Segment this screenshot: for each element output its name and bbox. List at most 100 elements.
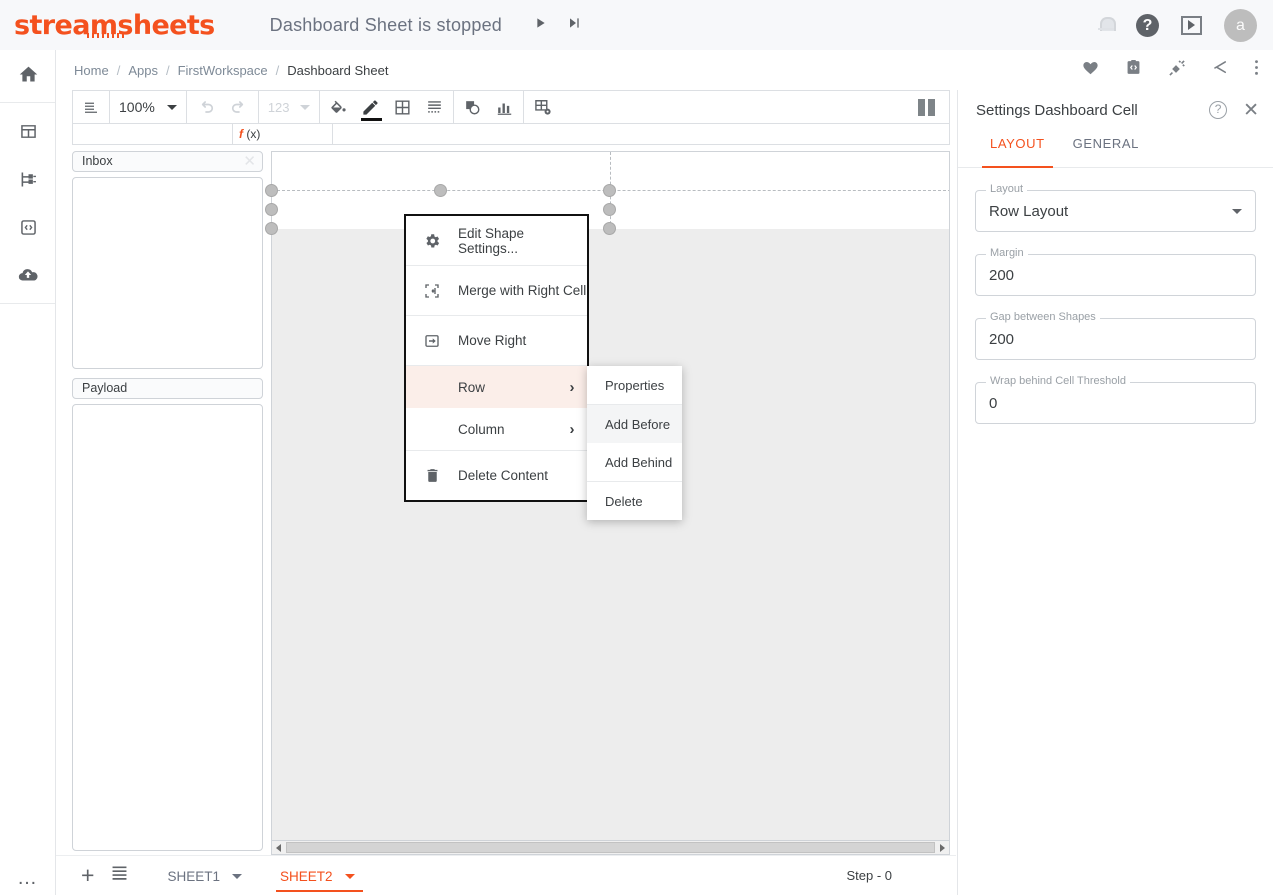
play-box-icon[interactable] (1181, 15, 1202, 35)
breadcrumb-separator: / (116, 62, 121, 78)
code-box-icon[interactable] (1124, 58, 1143, 82)
row-submenu: Properties Add Before Add Behind Delete (587, 366, 682, 520)
sheet-list-icon[interactable] (110, 865, 129, 887)
breadcrumb-separator: / (165, 62, 170, 78)
bell-icon[interactable] (1098, 16, 1116, 34)
borders-icon[interactable] (425, 98, 444, 117)
chevron-down-icon[interactable] (344, 874, 355, 879)
chevron-right-icon: › (569, 420, 575, 438)
gap-input[interactable]: 200 (975, 318, 1256, 360)
step-indicator: Step - 0 (846, 868, 892, 883)
payload-panel-body[interactable] (72, 404, 263, 851)
submenu-item-add-behind[interactable]: Add Behind (587, 443, 682, 481)
field-wrap-threshold-label: Wrap behind Cell Threshold (986, 375, 1130, 387)
toolbar-group-insert (454, 90, 524, 124)
arrow-right-icon[interactable] (936, 841, 949, 854)
menu-item-row[interactable]: Row › (406, 366, 587, 408)
pause-icon[interactable] (918, 98, 935, 116)
table-grid-icon[interactable] (393, 98, 412, 117)
plug-icon[interactable] (1167, 58, 1187, 83)
resize-handle[interactable] (265, 222, 278, 235)
cell-name-input[interactable] (73, 123, 233, 145)
submenu-item-delete[interactable]: Delete (587, 482, 682, 520)
add-sheet-button[interactable]: + (81, 864, 94, 887)
layout-select[interactable]: Row Layout (975, 190, 1256, 232)
menu-item-label: Column (458, 421, 505, 437)
submenu-item-properties[interactable]: Properties (587, 366, 682, 404)
menu-item-merge-with-right-cell[interactable]: Merge with Right Cell (406, 266, 587, 315)
sidebar-item-export[interactable] (0, 251, 56, 299)
menu-item-label: Move Right (458, 333, 527, 348)
sidebar-item-code[interactable] (0, 203, 56, 251)
play-icon[interactable] (532, 15, 548, 36)
settings-header-actions: ? ✕ (1209, 101, 1259, 120)
menu-item-label: Delete Content (458, 468, 549, 483)
breadcrumb-actions (1081, 58, 1259, 83)
field-wrap-threshold: Wrap behind Cell Threshold 0 (975, 375, 1256, 424)
table-settings-icon[interactable] (533, 97, 553, 117)
pen-icon[interactable] (360, 98, 382, 121)
chevron-down-icon[interactable] (231, 874, 242, 879)
chart-icon[interactable] (495, 98, 514, 117)
help-icon[interactable]: ? (1136, 13, 1159, 37)
sidebar-item-streams[interactable] (0, 155, 56, 203)
avatar[interactable]: a (1224, 8, 1257, 42)
menu-item-delete-content[interactable]: Delete Content (406, 451, 587, 500)
toolbar-group-menu (73, 90, 110, 124)
toolbar-right (918, 98, 949, 116)
sheet-menu-icon[interactable] (82, 98, 100, 116)
field-margin: Margin 200 (975, 247, 1256, 296)
rail-more-icon[interactable]: … (0, 868, 56, 888)
scrollbar-thumb[interactable] (286, 842, 935, 853)
trash-icon (406, 467, 458, 484)
tab-general[interactable]: GENERAL (1059, 130, 1153, 168)
step-forward-icon[interactable] (566, 15, 582, 36)
redo-icon[interactable] (229, 97, 249, 117)
menu-item-move-right[interactable]: Move Right (406, 316, 587, 365)
number-format-select[interactable]: 123 (268, 100, 310, 115)
zoom-select[interactable]: 100% (119, 99, 177, 115)
toolbar-group-zoom: 100% (110, 90, 187, 124)
menu-item-edit-shape-settings[interactable]: Edit Shape Settings... (406, 216, 587, 265)
sidebar-item-home[interactable] (0, 50, 56, 98)
sheet-toolbar: 100% 123 (72, 90, 950, 124)
streamsheets-logo[interactable]: streamsheets (14, 10, 215, 41)
sheet-tab-label: SHEET1 (167, 869, 220, 884)
app-bar: streamsheets Dashboard Sheet is stopped … (0, 0, 1273, 50)
breadcrumb-home[interactable]: Home (74, 63, 109, 78)
horizontal-scrollbar[interactable] (271, 840, 950, 855)
resize-handle[interactable] (265, 184, 278, 197)
inbox-panel-body[interactable] (72, 177, 263, 369)
submenu-item-add-before[interactable]: Add Before (587, 405, 682, 443)
sheet-tab-sheet1[interactable]: SHEET1 (167, 856, 242, 896)
context-menu: Edit Shape Settings... Merge with Right … (404, 214, 589, 502)
breadcrumb-current: Dashboard Sheet (287, 62, 389, 78)
gear-icon (406, 232, 458, 250)
chevron-right-icon: › (569, 378, 575, 396)
resize-handle[interactable] (603, 184, 616, 197)
heart-icon[interactable] (1081, 58, 1100, 82)
close-icon[interactable]: ✕ (243, 154, 256, 169)
close-icon[interactable]: ✕ (1243, 101, 1259, 120)
more-vert-icon[interactable] (1254, 58, 1259, 82)
resize-handle[interactable] (603, 203, 616, 216)
arrow-left-icon[interactable] (272, 841, 285, 854)
help-circle-icon[interactable]: ? (1209, 101, 1228, 119)
fill-bucket-icon[interactable] (329, 98, 348, 117)
breadcrumb-workspace[interactable]: FirstWorkspace (178, 63, 268, 78)
shapes-icon[interactable] (463, 98, 482, 117)
tab-layout[interactable]: LAYOUT (976, 130, 1059, 168)
menu-item-column[interactable]: Column › (406, 408, 587, 450)
resize-handle[interactable] (265, 203, 278, 216)
wrap-threshold-input[interactable]: 0 (975, 382, 1256, 424)
margin-input[interactable]: 200 (975, 254, 1256, 296)
sheet-tab-sheet2[interactable]: SHEET2 (275, 856, 362, 896)
breadcrumb-apps[interactable]: Apps (128, 63, 158, 78)
sidebar-item-sheets[interactable] (0, 107, 56, 155)
app-title: Dashboard Sheet is stopped (269, 14, 503, 35)
left-rail: … (0, 50, 56, 895)
undo-icon[interactable] (196, 97, 216, 117)
resize-handle[interactable] (603, 222, 616, 235)
resize-handle[interactable] (434, 184, 447, 197)
share-icon[interactable] (1211, 58, 1230, 82)
